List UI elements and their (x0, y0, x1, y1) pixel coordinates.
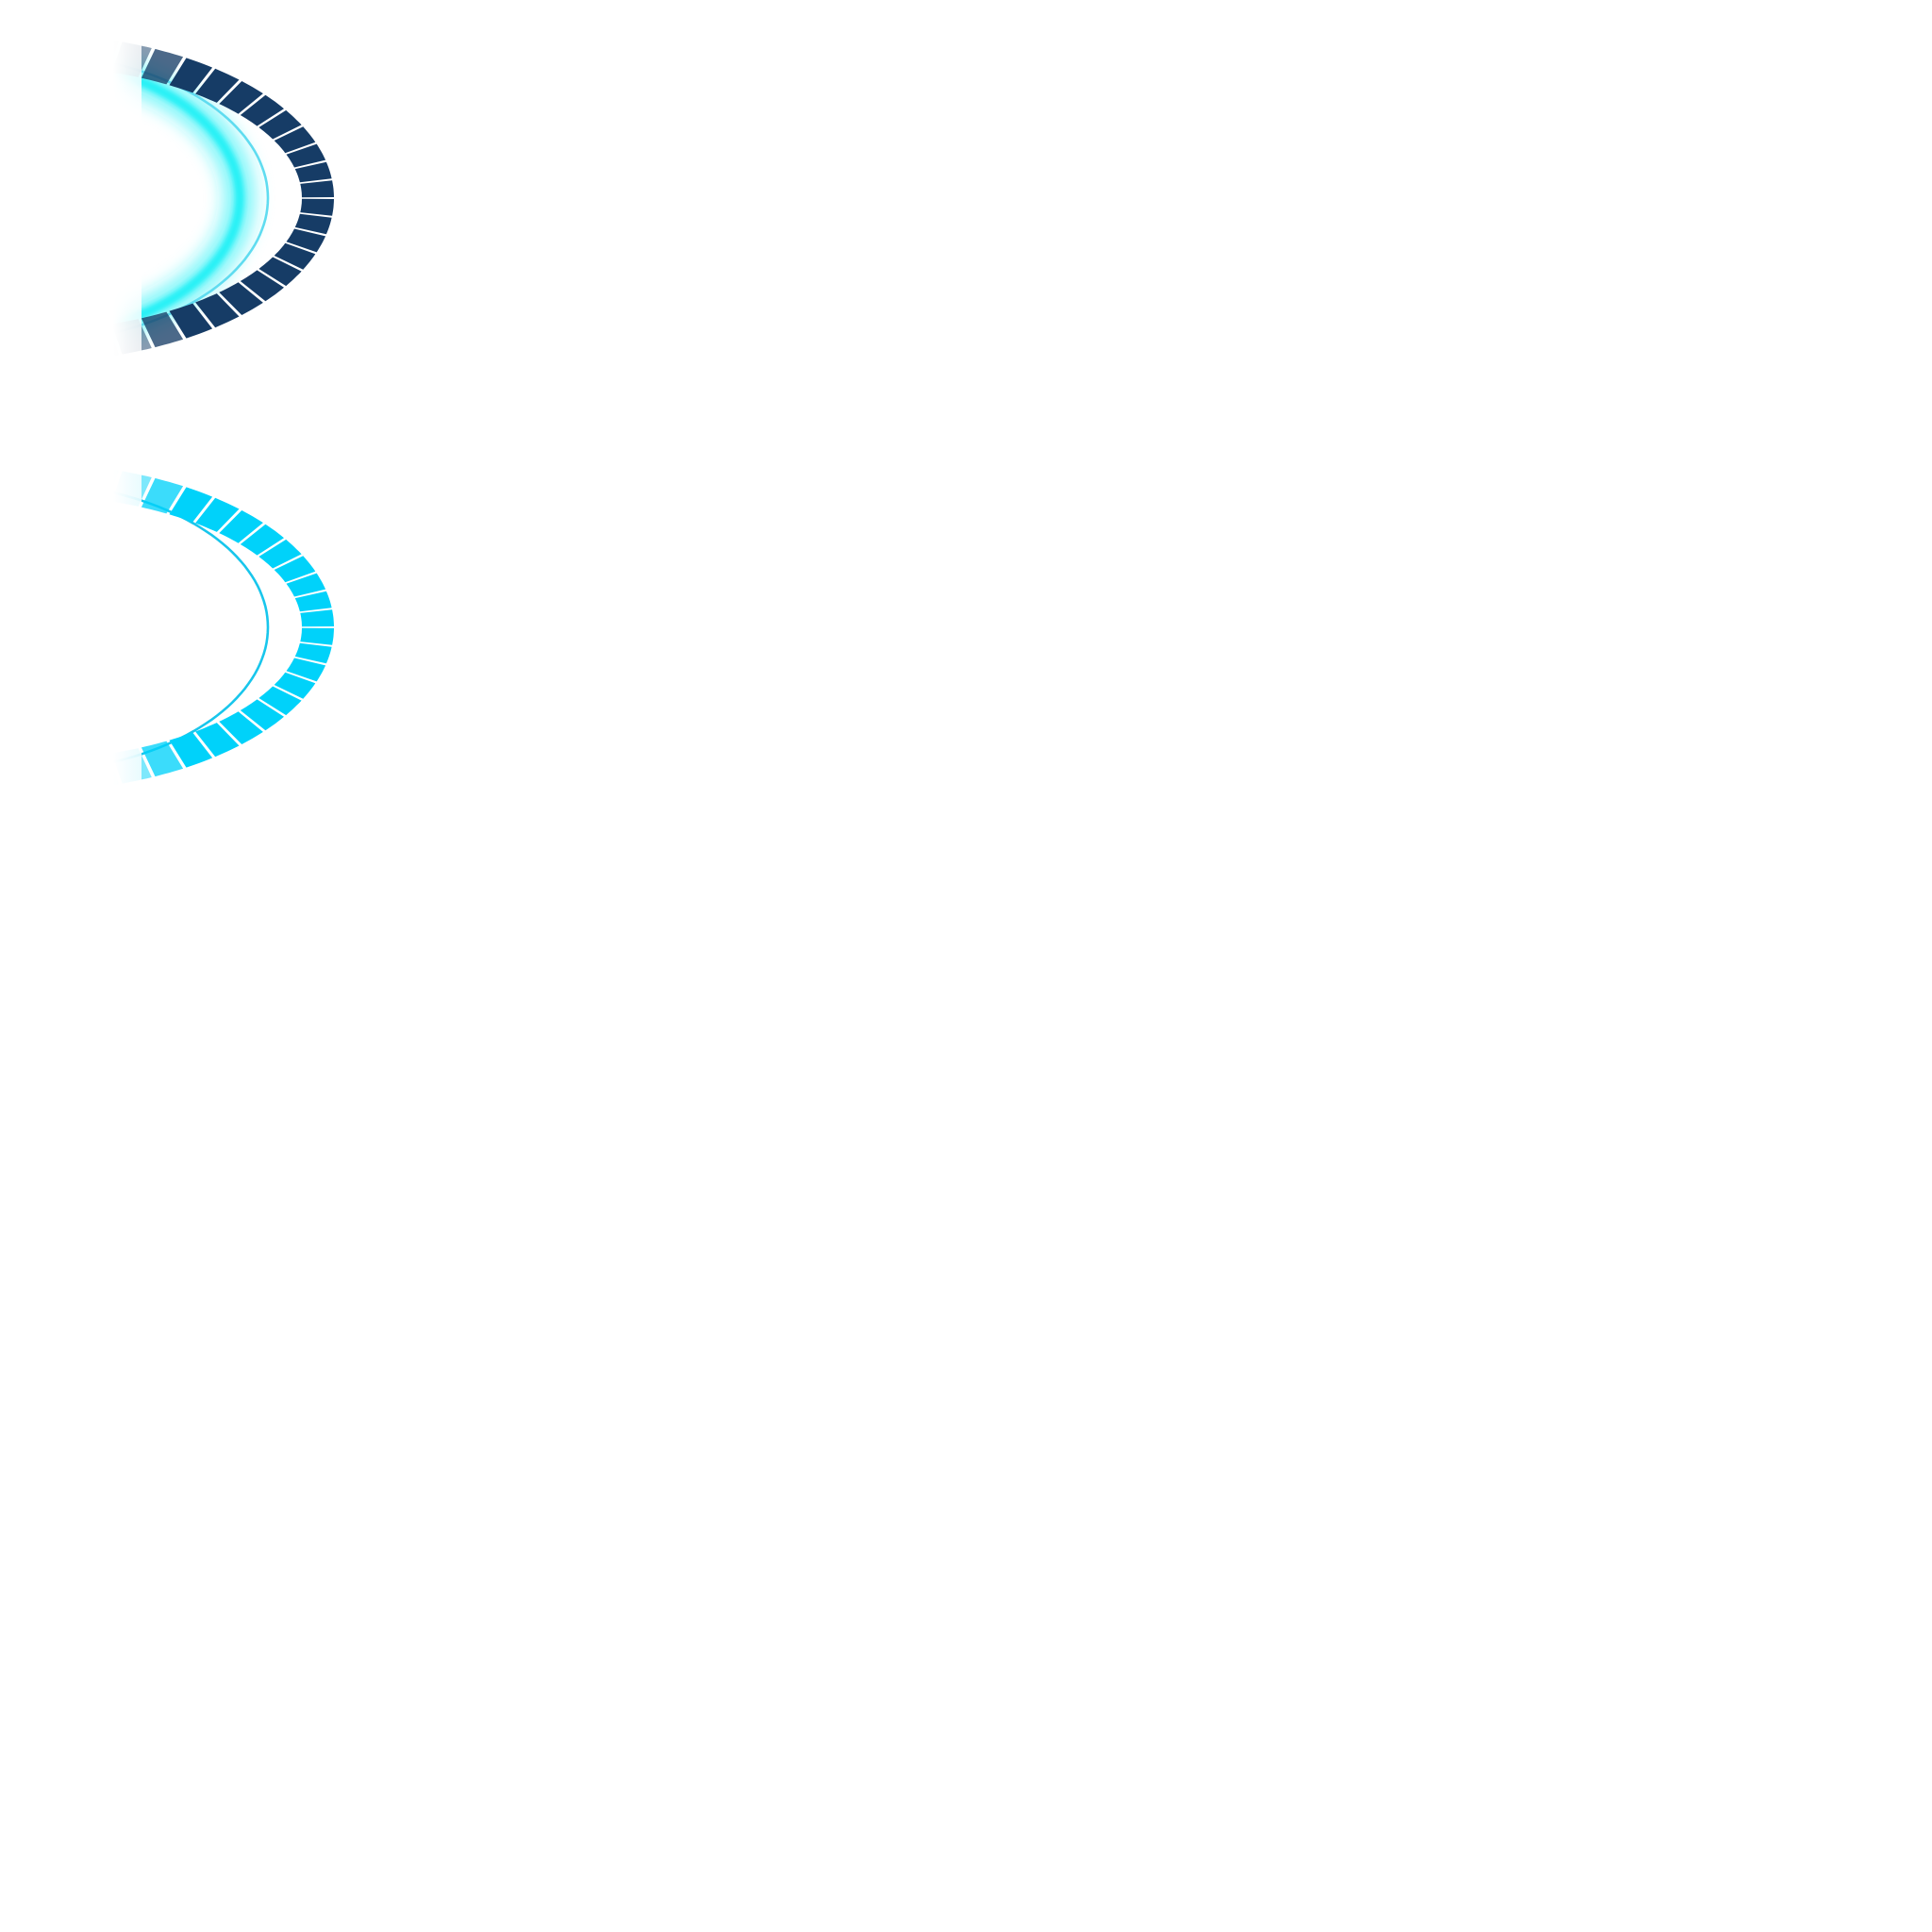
arc-segment (300, 627, 334, 645)
arc-sprites (0, 9, 334, 816)
edge-fade (0, 9, 142, 387)
arc-segment (300, 180, 334, 198)
edge-fade (0, 439, 142, 816)
arc-segment (300, 198, 334, 216)
canvas (0, 0, 1932, 1932)
arc-segment (300, 609, 334, 627)
